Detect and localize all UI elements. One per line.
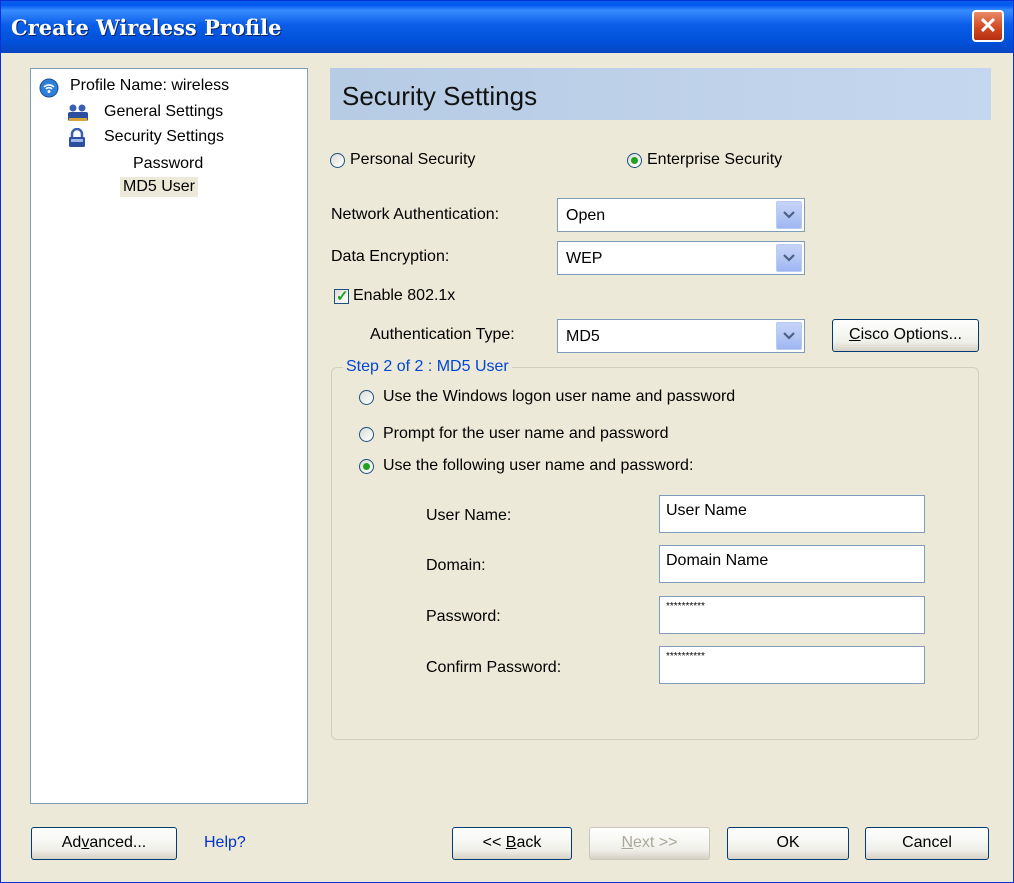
cancel-button[interactable]: Cancel xyxy=(865,827,989,860)
user-name-value: User Name xyxy=(666,502,747,519)
next-mnemonic: N xyxy=(621,834,634,851)
domain-value: Domain Name xyxy=(666,552,769,569)
tree-item-security-settings[interactable]: Security Settings xyxy=(104,128,224,146)
ok-button[interactable]: OK xyxy=(727,827,849,860)
chevron-down-icon[interactable] xyxy=(776,201,802,229)
back-button[interactable]: << Back xyxy=(452,827,572,860)
use-following-radio[interactable] xyxy=(359,459,374,474)
advanced-label-b: anced... xyxy=(89,834,147,851)
authentication-type-select[interactable]: MD5 xyxy=(557,319,805,353)
cisco-options-label: isco Options... xyxy=(860,326,962,343)
cisco-options-mnemonic: C xyxy=(849,326,861,343)
section-title: Security Settings xyxy=(342,81,538,111)
tree-item-md5-user[interactable]: MD5 User xyxy=(120,177,199,197)
personal-security-radio[interactable] xyxy=(330,153,345,168)
windows-logon-label: Use the Windows logon user name and pass… xyxy=(383,388,736,405)
enable-8021x-checkbox[interactable]: ✓ xyxy=(334,288,349,305)
create-wireless-profile-window: Create Wireless Profile ✕ Profile Name: … xyxy=(0,0,1014,883)
advanced-button[interactable]: Advanced... xyxy=(31,827,177,860)
domain-label: Domain: xyxy=(426,557,486,574)
wireless-icon xyxy=(39,78,59,103)
network-authentication-select[interactable]: Open xyxy=(557,198,805,232)
domain-input[interactable]: Domain Name xyxy=(659,545,925,583)
next-label: ext >> xyxy=(633,834,678,851)
authentication-type-value: MD5 xyxy=(566,328,600,345)
back-label-b: ack xyxy=(516,834,542,851)
enable-8021x-label: Enable 802.1x xyxy=(353,287,456,304)
personal-security-label: Personal Security xyxy=(350,151,476,168)
network-authentication-label: Network Authentication: xyxy=(331,206,500,223)
confirm-password-label: Confirm Password: xyxy=(426,659,562,676)
prompt-credentials-radio[interactable] xyxy=(359,427,374,442)
md5-user-group-title: Step 2 of 2 : MD5 User xyxy=(343,358,512,376)
chevron-down-icon[interactable] xyxy=(776,322,802,350)
enterprise-security-radio[interactable] xyxy=(627,153,642,168)
window-title: Create Wireless Profile xyxy=(11,15,282,40)
use-following-label: Use the following user name and password… xyxy=(383,457,694,474)
back-label-a: << xyxy=(482,834,506,851)
password-label: Password: xyxy=(426,608,501,625)
authentication-type-label: Authentication Type: xyxy=(370,326,515,343)
profile-tree: Profile Name: wireless General Settings … xyxy=(30,68,308,804)
data-encryption-select[interactable]: WEP xyxy=(557,241,805,275)
help-link[interactable]: Help? xyxy=(204,834,246,852)
user-name-input[interactable]: User Name xyxy=(659,495,925,533)
network-authentication-value: Open xyxy=(566,207,606,224)
lock-icon xyxy=(68,127,86,153)
checkmark-icon: ✓ xyxy=(336,288,349,305)
windows-logon-radio[interactable] xyxy=(359,390,374,405)
close-button[interactable]: ✕ xyxy=(972,10,1004,42)
data-encryption-value: WEP xyxy=(566,250,603,267)
back-mnemonic: B xyxy=(505,834,517,851)
prompt-credentials-label: Prompt for the user name and password xyxy=(383,425,669,442)
enterprise-security-label: Enterprise Security xyxy=(647,151,783,168)
confirm-password-input[interactable]: ********** xyxy=(659,646,925,684)
data-encryption-label: Data Encryption: xyxy=(331,248,450,265)
user-name-label: User Name: xyxy=(426,507,512,524)
tree-item-general-settings[interactable]: General Settings xyxy=(104,103,223,121)
chevron-down-icon[interactable] xyxy=(776,244,802,272)
users-icon xyxy=(67,103,89,128)
title-bar: Create Wireless Profile ✕ xyxy=(1,1,1013,53)
tree-item-profile-name[interactable]: Profile Name: wireless xyxy=(70,77,229,95)
password-input[interactable]: ********** xyxy=(659,596,925,634)
confirm-password-value: ********** xyxy=(666,651,705,662)
advanced-label-a: Ad xyxy=(61,834,82,851)
section-header: Security Settings xyxy=(330,68,991,120)
cisco-options-button[interactable]: Cisco Options... xyxy=(832,319,979,352)
next-button[interactable]: Next >> xyxy=(589,827,710,860)
password-value: ********** xyxy=(666,601,705,612)
tree-item-password[interactable]: Password xyxy=(133,155,203,173)
